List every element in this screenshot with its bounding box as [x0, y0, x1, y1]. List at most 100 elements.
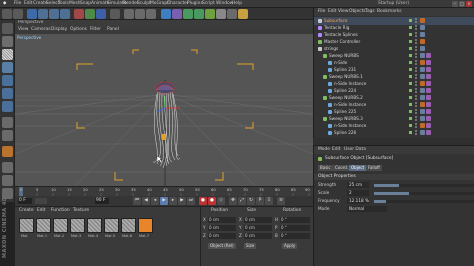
enable-checkmark-icon[interactable] [409, 67, 412, 71]
menu-character[interactable]: Character [167, 1, 189, 6]
render-visibility-dot-icon[interactable] [415, 105, 417, 107]
redo-icon[interactable] [13, 9, 23, 19]
object-tag-icon[interactable] [426, 130, 431, 135]
editor-visibility-dot-icon[interactable] [415, 67, 417, 69]
viewport-menu-cameras[interactable]: Cameras [31, 27, 51, 32]
record-icon[interactable]: ● [199, 197, 207, 205]
material-menu-edit[interactable]: Edit [37, 208, 46, 213]
render-visibility-dot-icon[interactable] [415, 35, 417, 37]
size-y-field[interactable]: 0 cm [244, 225, 272, 231]
rotate-icon[interactable] [60, 9, 70, 19]
menu-mesh[interactable]: Mesh [69, 1, 81, 6]
coordinate-mode-select[interactable]: Object (Rel) [208, 243, 236, 249]
om-menu-edit[interactable]: Edit [328, 9, 337, 14]
attr-menu-user-data[interactable]: User Data [344, 147, 366, 152]
object-tag-icon[interactable] [420, 46, 425, 51]
viewport-menu-panel[interactable]: Panel [107, 27, 119, 32]
next-frame-icon[interactable]: ▸ [169, 197, 177, 205]
material-swatch[interactable] [70, 218, 85, 233]
menu-window[interactable]: Window [216, 1, 233, 6]
object-tag-icon[interactable] [420, 60, 425, 65]
object-tag-icon[interactable] [426, 109, 431, 114]
enable-checkmark-icon[interactable] [409, 60, 412, 64]
render-view-icon[interactable] [124, 9, 134, 19]
enable-checkmark-icon[interactable] [409, 81, 412, 85]
pos-z-field[interactable]: 0 cm [208, 233, 236, 239]
render-visibility-dot-icon[interactable] [415, 126, 417, 128]
om-menu-bookmarks[interactable]: Bookmarks [377, 9, 402, 14]
editor-visibility-dot-icon[interactable] [415, 46, 417, 48]
size-z-field[interactable]: 0 cm [244, 233, 272, 239]
editor-visibility-dot-icon[interactable] [415, 123, 417, 125]
x-axis-icon[interactable] [74, 9, 84, 19]
maximize-icon[interactable]: □ [459, 1, 465, 7]
object-name[interactable]: n-Side [334, 60, 347, 65]
enable-checkmark-icon[interactable] [409, 95, 412, 99]
next-key-icon[interactable]: ▶ [178, 197, 186, 205]
scale-field[interactable]: 2 [347, 190, 369, 196]
strength-slider[interactable] [374, 184, 474, 187]
render-visibility-dot-icon[interactable] [415, 28, 417, 30]
enable-checkmark-icon[interactable] [409, 102, 412, 106]
render-visibility-dot-icon[interactable] [415, 49, 417, 51]
om-menu-file[interactable]: File [318, 9, 325, 14]
live-selection-icon[interactable] [27, 9, 37, 19]
object-tag-icon[interactable] [420, 25, 425, 30]
object-tag-icon[interactable] [420, 116, 425, 121]
object-tag-icon[interactable] [420, 130, 425, 135]
menu-sculpt[interactable]: Sculpt [137, 1, 151, 6]
menu-tools[interactable]: Tools [58, 1, 69, 6]
editor-visibility-dot-icon[interactable] [415, 74, 417, 76]
object-tag-icon[interactable] [420, 18, 425, 23]
mode-select[interactable]: Normal [347, 206, 387, 212]
viewport[interactable]: Perspective View Cameras Display Options… [15, 20, 313, 186]
deformer-icon[interactable] [205, 9, 215, 19]
object-tag-icon[interactable] [426, 60, 431, 65]
object-tag-icon[interactable] [420, 109, 425, 114]
editor-visibility-dot-icon[interactable] [415, 95, 417, 97]
attr-menu-edit[interactable]: Edit [332, 147, 341, 152]
frame-slider[interactable] [35, 198, 47, 204]
object-name[interactable]: n-Side Instance [334, 102, 366, 107]
attr-menu-mode[interactable]: Mode [318, 147, 330, 152]
object-name[interactable]: Tentacle Rig [324, 25, 349, 30]
object-tag-icon[interactable] [426, 53, 431, 58]
workplane-icon[interactable] [2, 62, 13, 73]
object-tag-icon[interactable] [426, 81, 431, 86]
material-menu-function[interactable]: Function [51, 208, 70, 213]
position-key-icon[interactable]: ✥ [229, 197, 237, 205]
render-settings-icon[interactable] [146, 9, 156, 19]
edges-mode-icon[interactable] [2, 88, 13, 99]
camera-icon[interactable] [227, 9, 237, 19]
object-name[interactable]: Sweep NURBS [329, 53, 359, 58]
menu-plugins[interactable]: Plugins [187, 1, 203, 6]
object-name[interactable]: Spline 226 [334, 130, 356, 135]
menu-help[interactable]: Help [232, 1, 242, 6]
model-mode-icon[interactable] [2, 36, 13, 47]
lock-workplane-icon[interactable] [2, 162, 13, 173]
previous-key-icon[interactable]: ◀ [142, 197, 150, 205]
texture-mode-icon[interactable] [2, 49, 13, 60]
timeline-ruler[interactable]: 0 5 10 15 20 25 30 35 40 45 50 55 60 65 … [15, 186, 313, 197]
rot-p-field[interactable]: 0 ° [280, 225, 310, 231]
polygons-mode-icon[interactable] [2, 101, 13, 112]
rot-h-field[interactable]: 0 ° [280, 217, 310, 223]
viewport-menu-view[interactable]: View [18, 27, 28, 32]
minimize-icon[interactable]: – [452, 1, 458, 7]
render-visibility-dot-icon[interactable] [415, 119, 417, 121]
editor-visibility-dot-icon[interactable] [415, 130, 417, 132]
render-picture-viewer-icon[interactable] [135, 9, 145, 19]
object-tag-icon[interactable] [426, 74, 431, 79]
tab-object[interactable]: Object [349, 165, 367, 171]
editor-visibility-dot-icon[interactable] [415, 81, 417, 83]
tweak-mode-icon[interactable] [2, 130, 13, 141]
object-tag-icon[interactable] [420, 102, 425, 107]
material-menu-create[interactable]: Create [19, 208, 34, 213]
editor-visibility-dot-icon[interactable] [415, 102, 417, 104]
menu-edit[interactable]: Edit [24, 1, 33, 6]
render-visibility-dot-icon[interactable] [415, 56, 417, 58]
object-name[interactable]: Subsurface [324, 18, 347, 23]
points-mode-icon[interactable] [2, 75, 13, 86]
size-x-field[interactable]: 0 cm [244, 217, 272, 223]
editor-visibility-dot-icon[interactable] [415, 25, 417, 27]
